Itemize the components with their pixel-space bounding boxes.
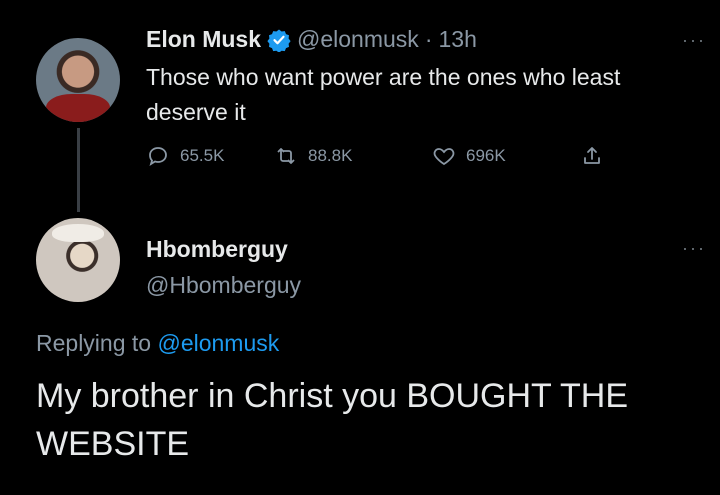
retweet-count: 88.8K <box>308 146 353 165</box>
tweet-text: Those who want power are the ones who le… <box>146 64 621 125</box>
like-action[interactable]: 696K <box>432 144 580 168</box>
like-icon <box>432 144 456 168</box>
avatar-hat <box>52 224 104 242</box>
share-icon <box>580 144 604 168</box>
replying-to: Replying to @elonmusk <box>36 330 279 357</box>
reply-icon <box>146 144 170 168</box>
more-icon[interactable]: ··· <box>682 30 706 51</box>
author-name[interactable]: Elon Musk <box>146 26 261 53</box>
reply-count: 65.5K <box>180 146 225 165</box>
avatar-elonmusk[interactable] <box>36 38 120 122</box>
replying-prefix: Replying to <box>36 330 152 356</box>
timestamp[interactable]: 13h <box>438 26 476 53</box>
tweet-actions: 65.5K 88.8K 696K <box>146 144 604 168</box>
retweet-action[interactable]: 88.8K <box>274 144 432 168</box>
tweet-header: Elon Musk @elonmusk · 13h <box>146 26 477 53</box>
like-count: 696K <box>466 146 506 165</box>
reply-more-icon[interactable]: ··· <box>682 238 706 259</box>
separator: · <box>424 26 433 52</box>
reply-author-name[interactable]: Hbomberguy <box>146 236 288 263</box>
reply-author-handle[interactable]: @Hbomberguy <box>146 272 301 299</box>
avatar-hbomberguy[interactable] <box>36 218 120 302</box>
retweet-icon <box>274 144 298 168</box>
reply-text: My brother in Christ you BOUGHT THE WEBS… <box>36 377 629 463</box>
verified-badge-icon <box>267 28 291 52</box>
author-handle[interactable]: @elonmusk <box>297 26 419 53</box>
replying-handle-link[interactable]: @elonmusk <box>157 330 279 356</box>
reply-action[interactable]: 65.5K <box>146 144 274 168</box>
avatar-shirt <box>46 94 110 122</box>
share-action[interactable] <box>580 144 604 168</box>
thread-line <box>77 128 80 212</box>
